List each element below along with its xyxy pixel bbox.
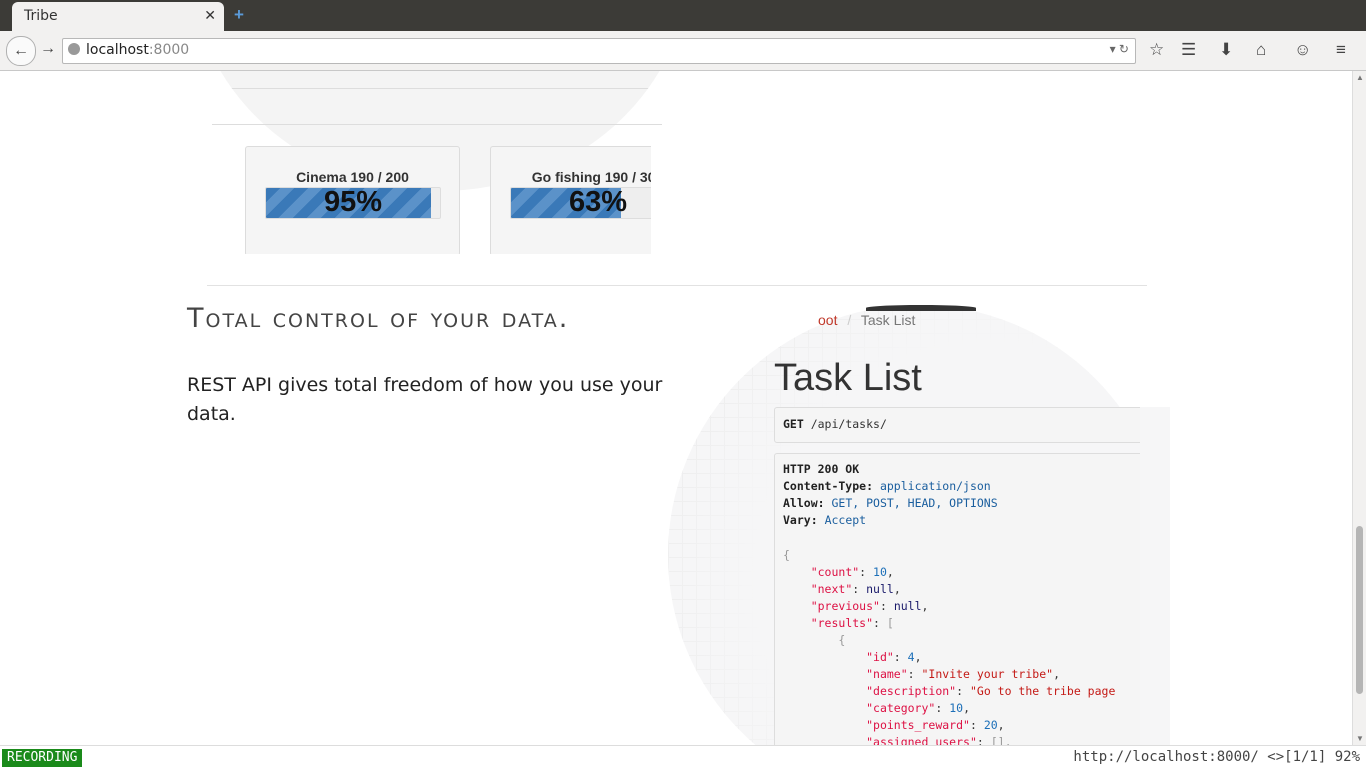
navigation-bar: ← → localhost:8000 ▾ ↻ ☆ ☰ ⬇ ⌂ ☺ ≡ (0, 31, 1366, 71)
json-value: [], (990, 735, 1012, 745)
header-value: Accept (824, 513, 867, 527)
json-value: null (866, 582, 894, 596)
json-value: 20 (983, 718, 998, 732)
status-info: http://localhost:8000/ <>[1/1] 92% (1073, 749, 1360, 765)
section-heading: Total control of your data. (187, 303, 570, 334)
json-key: "results" (810, 616, 874, 630)
goal-title: Go fishing 190 / 300 (531, 169, 651, 185)
tab-bar: Tribe ✕ + (0, 0, 1366, 31)
json-value: "Go to the tribe page (969, 684, 1116, 698)
breadcrumb-current: Task List (860, 312, 916, 328)
smiley-icon[interactable]: ☺ (1294, 40, 1311, 60)
json-key: "id" (866, 650, 894, 664)
response-status: HTTP 200 OK (783, 462, 860, 476)
breadcrumb-separator: / (847, 312, 852, 328)
status-bar: RECORDING http://localhost:8000/ <>[1/1]… (0, 745, 1366, 769)
divider (190, 88, 690, 89)
json-brace: { (838, 633, 846, 647)
goal-title: Cinema 190 / 200 (296, 169, 409, 185)
card-mask (212, 254, 682, 284)
download-icon[interactable]: ⬇ (1219, 40, 1233, 60)
json-bracket: [ (886, 616, 894, 630)
json-brace: { (783, 548, 790, 562)
scroll-up-icon[interactable]: ▲ (1356, 73, 1364, 82)
home-icon[interactable]: ⌂ (1256, 40, 1266, 60)
close-tab-icon[interactable]: ✕ (204, 7, 216, 24)
json-key: "next" (810, 582, 853, 596)
json-value: 10 (949, 701, 964, 715)
request-box: GET /api/tasks/ (774, 407, 1146, 443)
header-value: application/json (879, 479, 991, 493)
section-divider (207, 285, 1147, 286)
json-key: "previous" (810, 599, 880, 613)
vertical-scrollbar[interactable]: ▲ ▼ (1352, 71, 1366, 745)
breadcrumb-root-link[interactable]: oot (818, 312, 837, 328)
url-bar[interactable]: localhost:8000 ▾ ↻ (62, 38, 1136, 64)
back-button[interactable]: ← (6, 36, 36, 66)
scroll-thumb[interactable] (1356, 526, 1363, 694)
response-box-clip (1140, 407, 1170, 745)
goal-progress-bar: 95% (265, 187, 441, 219)
goal-card-fishing: Go fishing 190 / 300 63% (490, 146, 651, 256)
back-forward-group: ← → (6, 36, 60, 66)
goal-card-cinema: Cinema 190 / 200 95% (245, 146, 460, 256)
header-key: Allow: (783, 496, 825, 510)
json-value: 4 (907, 650, 915, 664)
tab-title: Tribe (24, 8, 58, 24)
api-header-edge (866, 305, 976, 311)
breadcrumb: oot / Task List (818, 312, 915, 328)
progress-percent: 95% (323, 187, 383, 218)
progress-percent: 63% (568, 187, 628, 218)
header-key: Vary: (783, 513, 818, 527)
reading-list-icon[interactable]: ☰ (1181, 40, 1196, 60)
header-key: Content-Type: (783, 479, 874, 493)
recording-badge: RECORDING (2, 749, 83, 767)
scroll-down-icon[interactable]: ▼ (1356, 734, 1364, 743)
url-text: localhost:8000 (86, 42, 190, 58)
api-page-title: Task List (774, 357, 922, 399)
menu-icon[interactable]: ≡ (1336, 40, 1346, 60)
request-method: GET (783, 417, 804, 431)
request-path: /api/tasks/ (803, 417, 887, 431)
globe-icon (68, 43, 80, 55)
json-key: "points_reward" (866, 718, 970, 732)
section-description: REST API gives total freedom of how you … (187, 374, 663, 425)
json-key: "category" (866, 701, 936, 715)
new-tab-icon[interactable]: + (234, 5, 244, 25)
forward-button[interactable]: → (40, 40, 56, 58)
json-key: "assigned_users" (866, 735, 977, 745)
url-dropdown-reload[interactable]: ▾ ↻ (1110, 42, 1129, 56)
tab-tribe[interactable]: Tribe ✕ (12, 2, 224, 31)
json-key: "count" (810, 565, 860, 579)
json-value: 10 (873, 565, 887, 579)
json-key: "name" (866, 667, 908, 681)
json-value: "Invite your tribe" (921, 667, 1054, 681)
header-value: GET, POST, HEAD, OPTIONS (831, 496, 998, 510)
json-key: "description" (866, 684, 957, 698)
page-content: Cinema 190 / 200 95% Go fishing 190 / 30… (0, 71, 1352, 745)
divider (212, 124, 662, 125)
json-value: null (893, 599, 922, 613)
goal-progress-bar: 63% (510, 187, 651, 219)
star-icon[interactable]: ☆ (1149, 40, 1164, 60)
response-box: HTTP 200 OK Content-Type: application/js… (774, 453, 1146, 745)
